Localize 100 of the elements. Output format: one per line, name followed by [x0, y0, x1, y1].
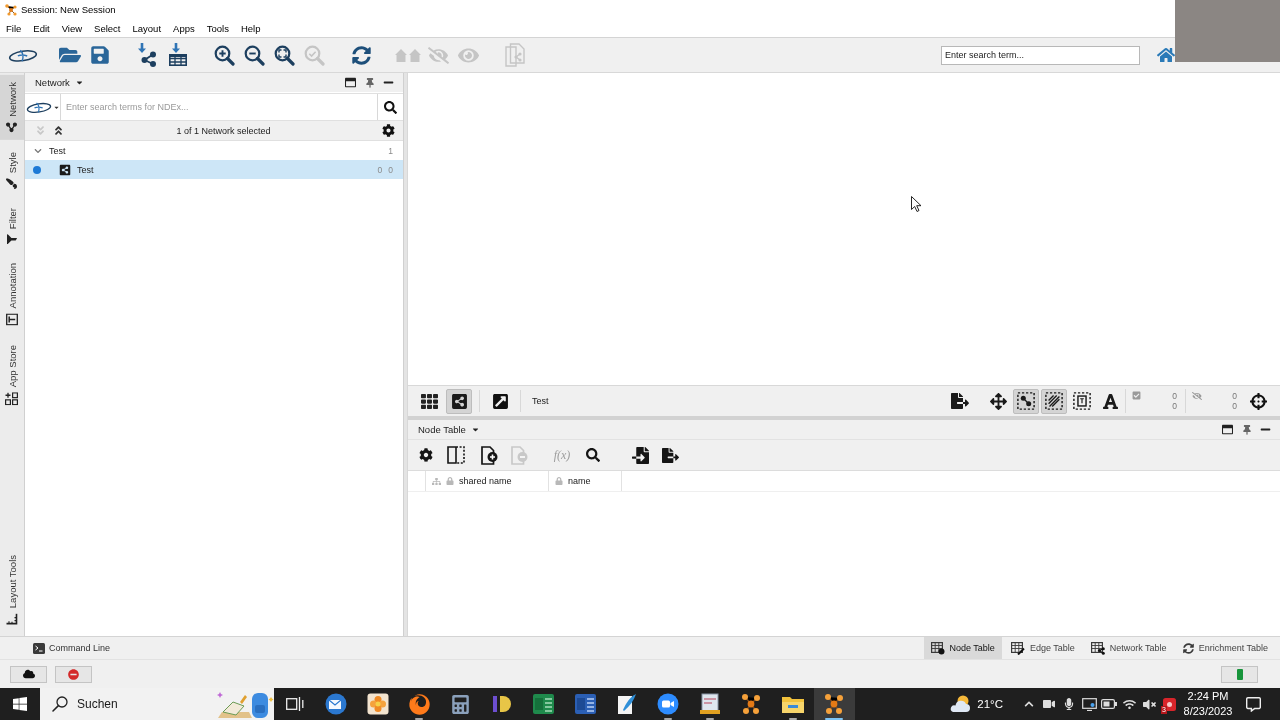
caret-icon: [470, 425, 480, 434]
menu-item[interactable]: Apps: [167, 19, 201, 37]
eye-slash-icon: [427, 44, 449, 66]
maximize-icon: [345, 77, 356, 88]
stop-icon: [68, 668, 79, 680]
table-pencil-icon: [1010, 641, 1025, 655]
task-view-icon: [285, 696, 304, 712]
orbit-logo-icon: [8, 47, 38, 63]
stop-button[interactable]: [55, 665, 92, 683]
table-network-icon: [1090, 641, 1105, 655]
selected-nodes-count: 0: [1172, 391, 1177, 401]
menu-item[interactable]: File: [0, 19, 28, 37]
side-tab[interactable]: App Store: [0, 337, 24, 412]
selected-edges-count: 0: [1172, 401, 1177, 411]
column-header[interactable]: name: [548, 471, 622, 491]
mouse-pointer-icon: [911, 196, 921, 212]
search-field[interactable]: Enter search term...: [941, 45, 1140, 65]
clock-date: 8/23/2023: [1183, 704, 1233, 719]
network-title: Test: [532, 396, 549, 406]
external-link-icon: [491, 392, 509, 410]
network-row[interactable]: Test 0 0: [25, 160, 403, 179]
share-nodes-icon: [6, 121, 18, 133]
home-button[interactable]: [1157, 45, 1175, 65]
edge-table-tab[interactable]: Edge Table: [1003, 637, 1082, 659]
panel-menu-button[interactable]: Network: [35, 77, 84, 88]
zoom-fit-icon: [273, 44, 295, 66]
start-icon: [12, 696, 28, 712]
move-arrows-icon: [989, 392, 1007, 410]
cloud-button[interactable]: [10, 665, 47, 683]
app-tile-icon: [1162, 697, 1176, 711]
quill-page-icon: [616, 693, 637, 715]
lock-icon: [446, 477, 454, 485]
weather-temperature: 21°C: [977, 698, 1003, 710]
settings-button[interactable]: [381, 123, 396, 138]
clock-time: 2:24 PM: [1187, 689, 1229, 704]
pin-icon: [1241, 424, 1252, 435]
page-minus-icon: [510, 445, 528, 465]
search-icon: [384, 100, 397, 114]
pin-icon: [364, 77, 375, 88]
select-edges-button[interactable]: [1041, 388, 1067, 414]
file-export-icon: [951, 392, 969, 410]
filter-icon: [7, 234, 17, 245]
gear-icon: [419, 448, 433, 462]
network-table-tab[interactable]: Network Table: [1083, 637, 1174, 659]
bar-half-disc-icon: [492, 694, 513, 714]
search-icon: [52, 696, 68, 712]
crosshair-icon: [1249, 392, 1267, 410]
side-tab[interactable]: Style: [0, 144, 24, 196]
ruler-sheet-icon: [698, 693, 721, 715]
collection-name: Test: [49, 145, 66, 156]
menu-item[interactable]: Tools: [200, 19, 235, 37]
network-count: 1: [388, 145, 393, 156]
node-table-tab[interactable]: Node Table: [923, 637, 1002, 659]
home-icon: [1157, 46, 1175, 64]
maximize-button[interactable]: [343, 75, 358, 90]
microphone-icon: [1063, 698, 1075, 710]
side-tab[interactable]: Layout Tools: [0, 547, 24, 632]
hidden-edges-count: 0: [1232, 401, 1237, 411]
maximize-button[interactable]: [1220, 422, 1235, 437]
spreadsheet-icon: [533, 694, 555, 714]
memory-button[interactable]: [1221, 665, 1258, 683]
side-tab[interactable]: Annotation: [0, 256, 24, 333]
select-nodes-button[interactable]: [1013, 388, 1039, 414]
hierarchy-icon: [432, 476, 441, 486]
panel-menu-button[interactable]: Node Table: [418, 424, 480, 435]
mail-globe-icon: [325, 693, 348, 715]
command-line-button[interactable]: Command Line: [33, 642, 111, 654]
side-tab[interactable]: Filter: [0, 200, 24, 252]
app-grid-icon: [5, 391, 19, 405]
menu-item[interactable]: Help: [234, 19, 267, 37]
enrichment-table-tab[interactable]: Enrichment Table: [1175, 637, 1275, 659]
mute-icon: [1142, 697, 1156, 711]
page-plus-icon: [480, 445, 498, 465]
network-name: Test: [77, 164, 94, 175]
file-export-icon: [661, 446, 679, 464]
node-count: 0: [377, 164, 383, 175]
menu-item[interactable]: Edit: [27, 19, 56, 37]
edge-count: 0: [388, 164, 393, 175]
running-indicator: [825, 718, 844, 720]
menu-item[interactable]: View: [55, 19, 89, 37]
refresh-icon: [1182, 642, 1194, 654]
side-tab[interactable]: Network: [0, 75, 24, 140]
column-header[interactable]: shared name: [425, 471, 548, 491]
taskbar-app-button[interactable]: [813, 688, 855, 720]
running-indicator: [788, 718, 797, 720]
edge-select-icon: [1045, 392, 1063, 410]
node-select-icon: [1017, 392, 1035, 410]
network-nodes-icon: [741, 693, 762, 715]
layout-ruler-icon: [6, 613, 18, 625]
network-view-button[interactable]: [446, 388, 472, 414]
menu-item[interactable]: Layout: [126, 19, 168, 37]
folder-icon: [781, 695, 804, 713]
annotation-select-icon: [1073, 392, 1091, 410]
checkbox-icon: [1132, 391, 1141, 400]
flower-icon: [366, 693, 389, 715]
running-indicator: [415, 718, 424, 720]
browser-icon: [408, 693, 430, 715]
taskbar-search-field[interactable]: Suchen: [77, 697, 205, 711]
menu-item[interactable]: Select: [88, 19, 127, 37]
caret-icon: [74, 78, 84, 87]
